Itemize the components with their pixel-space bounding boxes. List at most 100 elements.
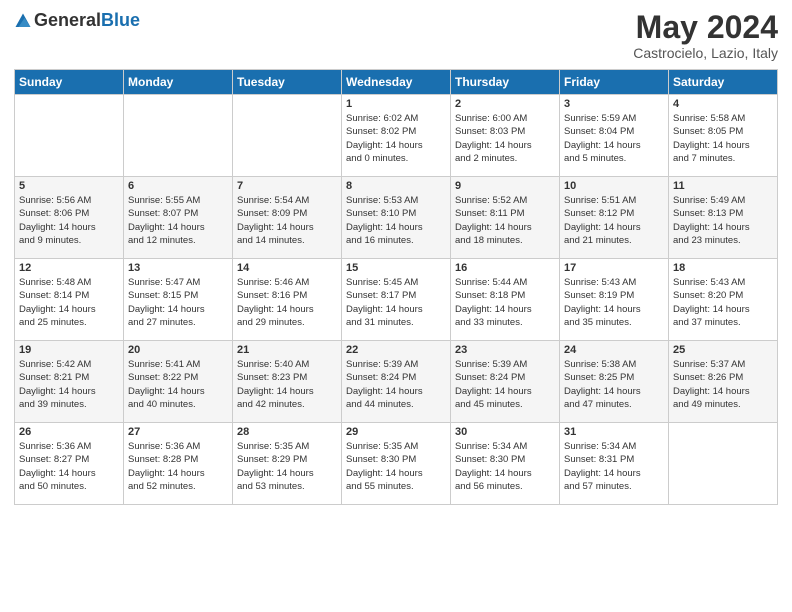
day-cell: 25 Sunrise: 5:37 AMSunset: 8:26 PMDayligh… bbox=[669, 341, 778, 423]
day-info: Sunrise: 5:47 AMSunset: 8:15 PMDaylight:… bbox=[128, 276, 228, 329]
day-cell: 3Sunrise: 5:59 AMSunset: 8:04 PMDaylight… bbox=[560, 95, 669, 177]
day-cell: 28 Sunrise: 5:35 AMSunset: 8:29 PMDayligh… bbox=[233, 423, 342, 505]
day-info: Sunrise: 5:37 AMSunset: 8:26 PMDaylight:… bbox=[673, 358, 773, 411]
day-info: Sunrise: 5:43 AMSunset: 8:20 PMDaylight:… bbox=[673, 276, 773, 329]
day-number: 16 bbox=[455, 262, 555, 274]
day-cell: 1 Sunrise: 6:02 AMSunset: 8:02 PMDaylight… bbox=[342, 95, 451, 177]
day-number: 26 bbox=[19, 426, 119, 438]
week-row-2: 5Sunrise: 5:56 AMSunset: 8:06 PMDaylight… bbox=[15, 177, 778, 259]
day-number: 7 bbox=[237, 180, 337, 192]
logo: GeneralBlue bbox=[14, 10, 140, 31]
day-info: Sunrise: 5:39 AMSunset: 8:24 PMDaylight:… bbox=[346, 358, 446, 411]
day-number: 30 bbox=[455, 426, 555, 438]
day-number: 31 bbox=[564, 426, 664, 438]
day-cell: 24Sunrise: 5:38 AMSunset: 8:25 PMDayligh… bbox=[560, 341, 669, 423]
day-number: 19 bbox=[19, 344, 119, 356]
day-cell: 14Sunrise: 5:46 AMSunset: 8:16 PMDayligh… bbox=[233, 259, 342, 341]
day-cell bbox=[15, 95, 124, 177]
day-info: Sunrise: 5:35 AMSunset: 8:30 PMDaylight:… bbox=[346, 440, 446, 493]
day-number: 13 bbox=[128, 262, 228, 274]
day-number: 20 bbox=[128, 344, 228, 356]
day-cell: 19 Sunrise: 5:42 AMSunset: 8:21 PMDayligh… bbox=[15, 341, 124, 423]
header: GeneralBlue May 2024 Castrocielo, Lazio,… bbox=[14, 10, 778, 61]
weekday-header-saturday: Saturday bbox=[669, 70, 778, 95]
day-cell: 9Sunrise: 5:52 AMSunset: 8:11 PMDaylight… bbox=[451, 177, 560, 259]
week-row-3: 12 Sunrise: 5:48 AMSunset: 8:14 PMDayligh… bbox=[15, 259, 778, 341]
day-number: 25 bbox=[673, 344, 773, 356]
day-cell: 12 Sunrise: 5:48 AMSunset: 8:14 PMDayligh… bbox=[15, 259, 124, 341]
logo-icon bbox=[14, 12, 32, 30]
day-info: Sunrise: 5:40 AMSunset: 8:23 PMDaylight:… bbox=[237, 358, 337, 411]
logo-text-blue: Blue bbox=[101, 10, 140, 30]
day-info: Sunrise: 5:48 AMSunset: 8:14 PMDaylight:… bbox=[19, 276, 119, 329]
day-number: 18 bbox=[673, 262, 773, 274]
week-row-5: 26 Sunrise: 5:36 AMSunset: 8:27 PMDayligh… bbox=[15, 423, 778, 505]
day-cell: 17Sunrise: 5:43 AMSunset: 8:19 PMDayligh… bbox=[560, 259, 669, 341]
day-info: Sunrise: 5:36 AMSunset: 8:28 PMDaylight:… bbox=[128, 440, 228, 493]
day-number: 3 bbox=[564, 98, 664, 110]
weekday-header-thursday: Thursday bbox=[451, 70, 560, 95]
day-cell: 5Sunrise: 5:56 AMSunset: 8:06 PMDaylight… bbox=[15, 177, 124, 259]
day-info: Sunrise: 5:34 AMSunset: 8:31 PMDaylight:… bbox=[564, 440, 664, 493]
day-info: Sunrise: 5:53 AMSunset: 8:10 PMDaylight:… bbox=[346, 194, 446, 247]
weekday-header-friday: Friday bbox=[560, 70, 669, 95]
day-info: Sunrise: 5:51 AMSunset: 8:12 PMDaylight:… bbox=[564, 194, 664, 247]
day-number: 14 bbox=[237, 262, 337, 274]
week-row-4: 19 Sunrise: 5:42 AMSunset: 8:21 PMDayligh… bbox=[15, 341, 778, 423]
day-cell: 31 Sunrise: 5:34 AMSunset: 8:31 PMDayligh… bbox=[560, 423, 669, 505]
calendar: SundayMondayTuesdayWednesdayThursdayFrid… bbox=[14, 69, 778, 505]
week-row-1: 1 Sunrise: 6:02 AMSunset: 8:02 PMDaylight… bbox=[15, 95, 778, 177]
day-info: Sunrise: 5:35 AMSunset: 8:29 PMDaylight:… bbox=[237, 440, 337, 493]
day-number: 23 bbox=[455, 344, 555, 356]
day-number: 12 bbox=[19, 262, 119, 274]
day-number: 10 bbox=[564, 180, 664, 192]
day-number: 17 bbox=[564, 262, 664, 274]
day-number: 4 bbox=[673, 98, 773, 110]
day-cell: 10 Sunrise: 5:51 AMSunset: 8:12 PMDayligh… bbox=[560, 177, 669, 259]
day-cell bbox=[233, 95, 342, 177]
weekday-header-sunday: Sunday bbox=[15, 70, 124, 95]
day-number: 8 bbox=[346, 180, 446, 192]
day-info: Sunrise: 5:34 AMSunset: 8:30 PMDaylight:… bbox=[455, 440, 555, 493]
day-number: 5 bbox=[19, 180, 119, 192]
day-cell: 22 Sunrise: 5:39 AMSunset: 8:24 PMDayligh… bbox=[342, 341, 451, 423]
day-info: Sunrise: 5:45 AMSunset: 8:17 PMDaylight:… bbox=[346, 276, 446, 329]
day-info: Sunrise: 5:58 AMSunset: 8:05 PMDaylight:… bbox=[673, 112, 773, 165]
day-info: Sunrise: 5:54 AMSunset: 8:09 PMDaylight:… bbox=[237, 194, 337, 247]
page: GeneralBlue May 2024 Castrocielo, Lazio,… bbox=[0, 0, 792, 612]
day-cell bbox=[124, 95, 233, 177]
day-info: Sunrise: 5:42 AMSunset: 8:21 PMDaylight:… bbox=[19, 358, 119, 411]
day-cell: 2 Sunrise: 6:00 AMSunset: 8:03 PMDaylight… bbox=[451, 95, 560, 177]
day-info: Sunrise: 5:41 AMSunset: 8:22 PMDaylight:… bbox=[128, 358, 228, 411]
day-cell: 20 Sunrise: 5:41 AMSunset: 8:22 PMDayligh… bbox=[124, 341, 233, 423]
weekday-header-row: SundayMondayTuesdayWednesdayThursdayFrid… bbox=[15, 70, 778, 95]
day-info: Sunrise: 5:39 AMSunset: 8:24 PMDaylight:… bbox=[455, 358, 555, 411]
weekday-header-monday: Monday bbox=[124, 70, 233, 95]
day-info: Sunrise: 5:55 AMSunset: 8:07 PMDaylight:… bbox=[128, 194, 228, 247]
day-number: 15 bbox=[346, 262, 446, 274]
day-cell bbox=[669, 423, 778, 505]
weekday-header-tuesday: Tuesday bbox=[233, 70, 342, 95]
day-cell: 23 Sunrise: 5:39 AMSunset: 8:24 PMDayligh… bbox=[451, 341, 560, 423]
day-info: Sunrise: 5:52 AMSunset: 8:11 PMDaylight:… bbox=[455, 194, 555, 247]
day-number: 11 bbox=[673, 180, 773, 192]
day-cell: 4 Sunrise: 5:58 AMSunset: 8:05 PMDaylight… bbox=[669, 95, 778, 177]
day-info: Sunrise: 5:44 AMSunset: 8:18 PMDaylight:… bbox=[455, 276, 555, 329]
day-number: 1 bbox=[346, 98, 446, 110]
day-cell: 16 Sunrise: 5:44 AMSunset: 8:18 PMDayligh… bbox=[451, 259, 560, 341]
day-cell: 6Sunrise: 5:55 AMSunset: 8:07 PMDaylight… bbox=[124, 177, 233, 259]
day-info: Sunrise: 5:36 AMSunset: 8:27 PMDaylight:… bbox=[19, 440, 119, 493]
day-info: Sunrise: 6:00 AMSunset: 8:03 PMDaylight:… bbox=[455, 112, 555, 165]
day-cell: 15 Sunrise: 5:45 AMSunset: 8:17 PMDayligh… bbox=[342, 259, 451, 341]
day-cell: 8 Sunrise: 5:53 AMSunset: 8:10 PMDaylight… bbox=[342, 177, 451, 259]
day-cell: 11 Sunrise: 5:49 AMSunset: 8:13 PMDayligh… bbox=[669, 177, 778, 259]
day-number: 22 bbox=[346, 344, 446, 356]
day-info: Sunrise: 5:38 AMSunset: 8:25 PMDaylight:… bbox=[564, 358, 664, 411]
day-number: 2 bbox=[455, 98, 555, 110]
day-cell: 18 Sunrise: 5:43 AMSunset: 8:20 PMDayligh… bbox=[669, 259, 778, 341]
day-info: Sunrise: 5:49 AMSunset: 8:13 PMDaylight:… bbox=[673, 194, 773, 247]
day-number: 29 bbox=[346, 426, 446, 438]
day-number: 28 bbox=[237, 426, 337, 438]
day-info: Sunrise: 6:02 AMSunset: 8:02 PMDaylight:… bbox=[346, 112, 446, 165]
day-cell: 13 Sunrise: 5:47 AMSunset: 8:15 PMDayligh… bbox=[124, 259, 233, 341]
